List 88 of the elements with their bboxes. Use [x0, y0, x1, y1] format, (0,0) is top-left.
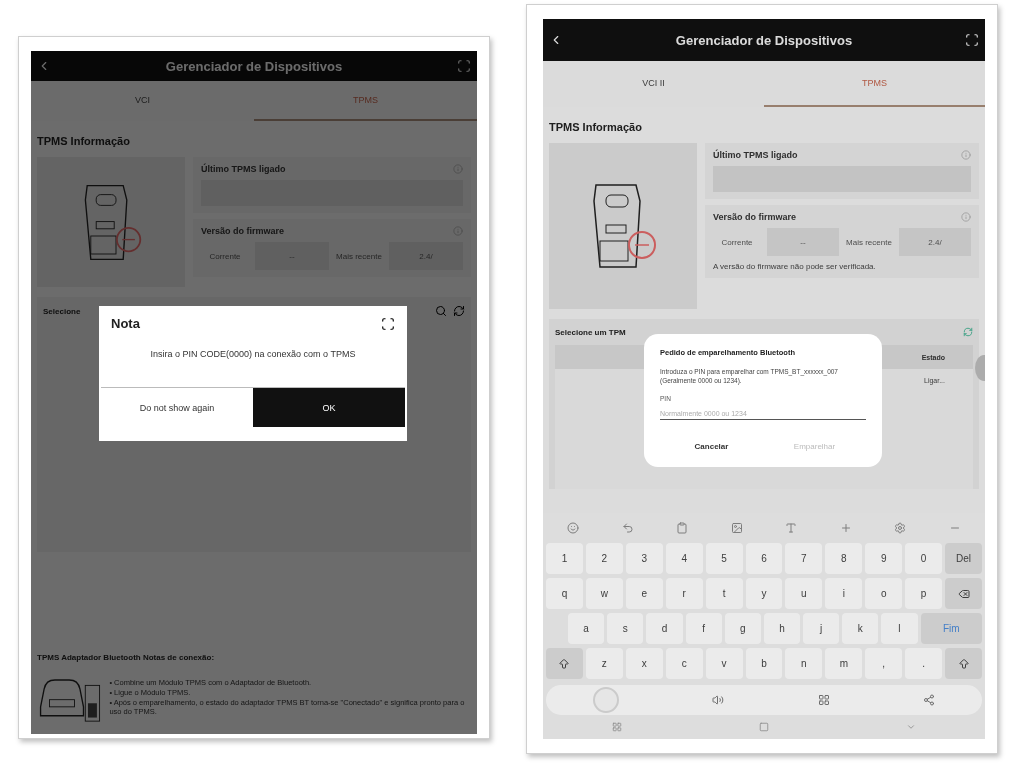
keyboard-key[interactable]: m	[825, 648, 863, 679]
keyboard-key[interactable]: Del	[945, 543, 982, 574]
keyboard-key[interactable]: .	[905, 648, 943, 679]
dialog-title: Nota	[111, 316, 140, 331]
shift-arrow-icon	[957, 657, 970, 670]
smile-icon[interactable]	[567, 522, 580, 534]
text-icon[interactable]	[785, 522, 798, 534]
keyboard-key[interactable]: a	[568, 613, 605, 644]
version-value: --	[767, 228, 839, 256]
keyboard-key[interactable]: w	[585, 578, 623, 609]
card-label: Versão do firmware	[201, 226, 285, 236]
settings-icon[interactable]	[894, 522, 907, 534]
keyboard-key[interactable]: n	[785, 648, 823, 679]
version-value: 2.4/	[899, 228, 971, 256]
share-icon[interactable]	[923, 694, 936, 706]
keyboard-key[interactable]: x	[625, 648, 663, 679]
header-title: Gerenciador de Dispositivos	[165, 58, 343, 74]
keyboard-key[interactable]: i	[825, 578, 863, 609]
keyboard-key[interactable]: f	[685, 613, 722, 644]
image-icon[interactable]	[730, 522, 743, 534]
keyboard-key[interactable]: c	[665, 648, 703, 679]
recent-apps-icon[interactable]	[611, 722, 622, 732]
refresh-icon[interactable]	[963, 327, 973, 337]
keyboard-key[interactable]: 7	[785, 543, 823, 574]
keyboard-key[interactable]: h	[763, 613, 801, 644]
keyboard-key[interactable]: j	[803, 613, 840, 644]
backspace-key[interactable]	[945, 578, 982, 609]
select-title: Selecione	[43, 306, 81, 316]
keyboard-key[interactable]: r	[665, 578, 703, 609]
tab[interactable]: VCI II	[543, 61, 764, 107]
keyboard-key[interactable]: 1	[546, 543, 583, 574]
ok-button[interactable]: OK	[253, 387, 405, 427]
header-title: Gerenciador de Dispositivos	[675, 32, 853, 48]
refresh-icon[interactable]	[453, 305, 465, 317]
keyboard-key[interactable]: 0	[905, 543, 943, 574]
expand-icon[interactable]	[965, 33, 979, 47]
round-handle[interactable]	[592, 687, 619, 713]
keyboard-key[interactable]: q	[546, 578, 583, 609]
keyboard-key[interactable]: v	[705, 648, 743, 679]
keyboard-key[interactable]: 6	[745, 543, 783, 574]
card-label: Último TPMS ligado	[201, 164, 286, 174]
expand-icon[interactable]	[381, 316, 395, 331]
keyboard-key[interactable]: t	[705, 578, 743, 609]
select-title: Selecione um TPM	[555, 327, 626, 337]
dialog-button[interactable]: Cancelar	[660, 436, 763, 458]
card-label: Versão do firmware	[713, 212, 797, 222]
field-label: Mais recente	[845, 237, 893, 247]
keyboard-key[interactable]: l	[881, 613, 918, 644]
keyboard-key[interactable]: 8	[825, 543, 863, 574]
section-title: TPMS Informação	[36, 134, 131, 149]
backspace-icon	[957, 587, 970, 600]
keyboard-key[interactable]: 3	[625, 543, 663, 574]
keyboard-key[interactable]: y	[745, 578, 783, 609]
keyboard-key[interactable]: 4	[665, 543, 703, 574]
firmware-message: A versão do firmware não pode ser verificada.	[713, 262, 877, 271]
keyboard-key[interactable]: e	[625, 578, 663, 609]
home-icon[interactable]	[759, 722, 769, 732]
shift-key[interactable]	[546, 648, 583, 679]
info-icon[interactable]	[961, 150, 971, 160]
keyboard-key[interactable]: g	[724, 613, 761, 644]
speaker-icon[interactable]	[712, 694, 725, 706]
keyboard-key[interactable]: z	[585, 648, 623, 679]
clipboard-icon[interactable]	[676, 522, 689, 534]
keyboard-key[interactable]: p	[905, 578, 943, 609]
keyboard-key[interactable]: s	[607, 613, 644, 644]
keyboard-key[interactable]: 9	[865, 543, 903, 574]
plus-icon[interactable]	[839, 522, 852, 534]
shift-key[interactable]	[945, 648, 982, 679]
shift-arrow-icon	[558, 657, 571, 670]
section-title: TPMS Informação	[548, 120, 643, 135]
undo-icon[interactable]	[621, 522, 634, 534]
keyboard-key[interactable]: 5	[705, 543, 743, 574]
keyboard-key[interactable]: 2	[585, 543, 623, 574]
card-label: Último TPMS ligado	[713, 150, 798, 160]
keyboard-key[interactable]: k	[842, 613, 879, 644]
version-value: --	[255, 242, 329, 270]
notes-title: TPMS Adaptador Bluetooth Notas de conexão:	[37, 653, 216, 662]
dialog-message: Insira o PIN CODE(0000) na conexão com o TPMS	[149, 348, 357, 361]
field-label: Corrente	[720, 237, 754, 247]
keyboard-key[interactable]: b	[745, 648, 783, 679]
tab[interactable]: TPMS	[764, 61, 985, 107]
search-icon[interactable]	[435, 305, 447, 317]
info-icon[interactable]	[961, 212, 971, 222]
grid-icon[interactable]	[817, 694, 830, 706]
keyboard-key[interactable]: u	[785, 578, 823, 609]
keyboard-key[interactable]: ,	[865, 648, 903, 679]
keyboard-key[interactable]: o	[865, 578, 903, 609]
keyboard-key[interactable]: d	[646, 613, 683, 644]
